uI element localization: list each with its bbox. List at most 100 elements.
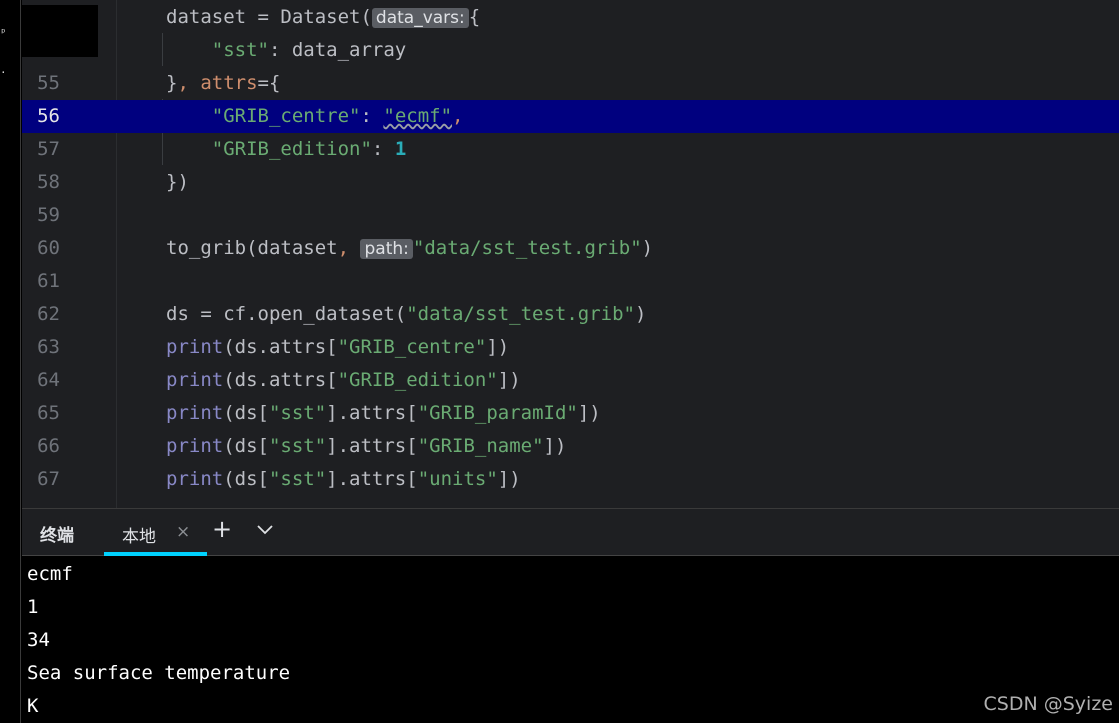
code-token: "ecmf": [383, 105, 453, 127]
parameter-hint: path:: [360, 239, 413, 259]
code-text: to_grib(dataset, path: "data/sst_test.gri…: [166, 232, 653, 266]
code-token: "GRIB_paramId": [417, 402, 578, 424]
code-token: ]): [486, 336, 510, 358]
code-line[interactable]: 62 ds = cf.open_dataset("data/sst_test.gr…: [22, 298, 1119, 331]
code-token: "GRIB_edition": [337, 369, 498, 391]
close-tab-icon[interactable]: ×: [176, 522, 190, 542]
code-token: "sst": [268, 468, 327, 490]
terminal-line: K: [27, 695, 39, 717]
code-token: (ds[: [223, 468, 269, 490]
line-number: 58: [37, 171, 60, 193]
code-token: {: [468, 6, 481, 28]
code-token: ].attrs[: [326, 402, 418, 424]
watermark: CSDN @Syize: [983, 693, 1113, 715]
code-line[interactable]: 61: [22, 265, 1119, 298]
strip-dot-icon: ·: [0, 66, 7, 79]
terminal-line: Sea surface temperature: [27, 662, 291, 684]
code-line[interactable]: 59: [22, 199, 1119, 232]
code-token: "units": [417, 468, 498, 490]
code-token: to_grib(dataset: [166, 237, 338, 259]
line-number: 65: [37, 402, 60, 424]
code-line[interactable]: "sst": data_array: [22, 34, 1119, 67]
code-token: print: [166, 468, 224, 490]
code-token: "GRIB_edition": [211, 138, 372, 160]
line-number: 63: [37, 336, 60, 358]
code-line[interactable]: 55 }, attrs={: [22, 67, 1119, 100]
new-tab-button[interactable]: +: [212, 515, 232, 543]
code-token: print: [166, 369, 224, 391]
tool-window-strip: ᵖ ·: [0, 0, 21, 723]
code-text: }): [166, 166, 189, 199]
code-token: ]): [577, 402, 601, 424]
code-token: (ds.attrs[: [223, 336, 338, 358]
line-number: 62: [37, 303, 60, 325]
code-token: ,: [337, 237, 361, 259]
code-token: attrs: [200, 72, 258, 94]
terminal-line: ecmf: [27, 563, 73, 585]
code-token: 1: [394, 138, 407, 160]
line-number: 55: [37, 72, 60, 94]
code-token: print: [166, 402, 224, 424]
code-token: ): [635, 303, 647, 325]
code-line[interactable]: 58}): [22, 166, 1119, 199]
obscured-line-numbers: [22, 5, 98, 57]
line-number: 67: [37, 468, 60, 490]
code-token: print: [166, 435, 224, 457]
code-token: "data/sst_test.grib": [412, 237, 642, 259]
code-token: ]): [497, 369, 521, 391]
parameter-hint: data_vars:: [371, 8, 469, 28]
tab-label: 本地: [122, 527, 156, 547]
code-line[interactable]: 60 to_grib(dataset, path: "data/sst_test.g…: [22, 232, 1119, 265]
code-token: ds = cf.open_dataset(: [166, 303, 407, 325]
line-number: 59: [37, 204, 60, 226]
code-token: ,: [452, 105, 464, 127]
code-token: (ds[: [223, 435, 269, 457]
line-number: 66: [37, 435, 60, 457]
code-token: (ds.attrs[: [223, 369, 338, 391]
code-token: ]): [497, 468, 521, 490]
code-token: (ds[: [223, 402, 269, 424]
code-text: "GRIB_edition": 1: [166, 133, 407, 166]
code-text: print(ds["sst"].attrs["units"]): [166, 463, 521, 496]
code-text: print(ds.attrs["GRIB_centre"]): [166, 331, 509, 364]
panel-title: 终端: [40, 526, 74, 546]
chevron-down-icon[interactable]: [256, 521, 274, 543]
code-token: dataset = Dataset(: [166, 6, 372, 28]
code-token: ].attrs[: [326, 468, 418, 490]
code-token: "GRIB_centre": [211, 105, 361, 127]
code-token: ]): [543, 435, 567, 457]
code-editor[interactable]: dataset = Dataset(data_vars:{ "sst": dat…: [22, 0, 1119, 508]
code-token: }): [166, 171, 189, 193]
code-token: "sst": [268, 402, 327, 424]
code-line[interactable]: 63 print(ds.attrs["GRIB_centre"]): [22, 331, 1119, 364]
code-line[interactable]: 65 print(ds["sst"].attrs["GRIB_paramId"]): [22, 397, 1119, 430]
code-token: ): [641, 237, 654, 259]
line-number: 56: [37, 105, 60, 127]
code-line[interactable]: 57 "GRIB_edition": 1: [22, 133, 1119, 166]
code-text: "GRIB_centre": "ecmf",: [166, 100, 464, 133]
strip-icon[interactable]: ᵖ: [0, 26, 7, 39]
code-token: : data_array: [268, 39, 407, 61]
code-text: }, attrs={: [166, 67, 280, 100]
code-token: "data/sst_test.grib": [406, 303, 635, 325]
code-line[interactable]: 66 print(ds["sst"].attrs["GRIB_name"]): [22, 430, 1119, 463]
code-token: }: [166, 72, 178, 94]
code-line[interactable]: dataset = Dataset(data_vars:{: [22, 1, 1119, 34]
code-token: ].attrs[: [326, 435, 418, 457]
line-number: 57: [37, 138, 60, 160]
code-token: "GRIB_name": [417, 435, 544, 457]
code-line[interactable]: 64 print(ds.attrs["GRIB_edition"]): [22, 364, 1119, 397]
terminal-output[interactable]: ecmf 1 34 Sea surface temperature K: [22, 556, 1119, 723]
code-text: dataset = Dataset(data_vars:{: [166, 1, 480, 35]
code-text: print(ds["sst"].attrs["GRIB_paramId"]): [166, 397, 601, 430]
code-token: "GRIB_centre": [337, 336, 487, 358]
tab-local[interactable]: 本地 ×: [104, 509, 207, 556]
terminal-line: 34: [27, 629, 50, 651]
code-line[interactable]: 67 print(ds["sst"].attrs["units"]): [22, 463, 1119, 496]
code-token: print: [166, 336, 224, 358]
code-line[interactable]: 56 "GRIB_centre": "ecmf",: [22, 100, 1119, 133]
code-text: ds = cf.open_dataset("data/sst_test.grib…: [166, 298, 646, 331]
line-number: 60: [37, 237, 60, 259]
